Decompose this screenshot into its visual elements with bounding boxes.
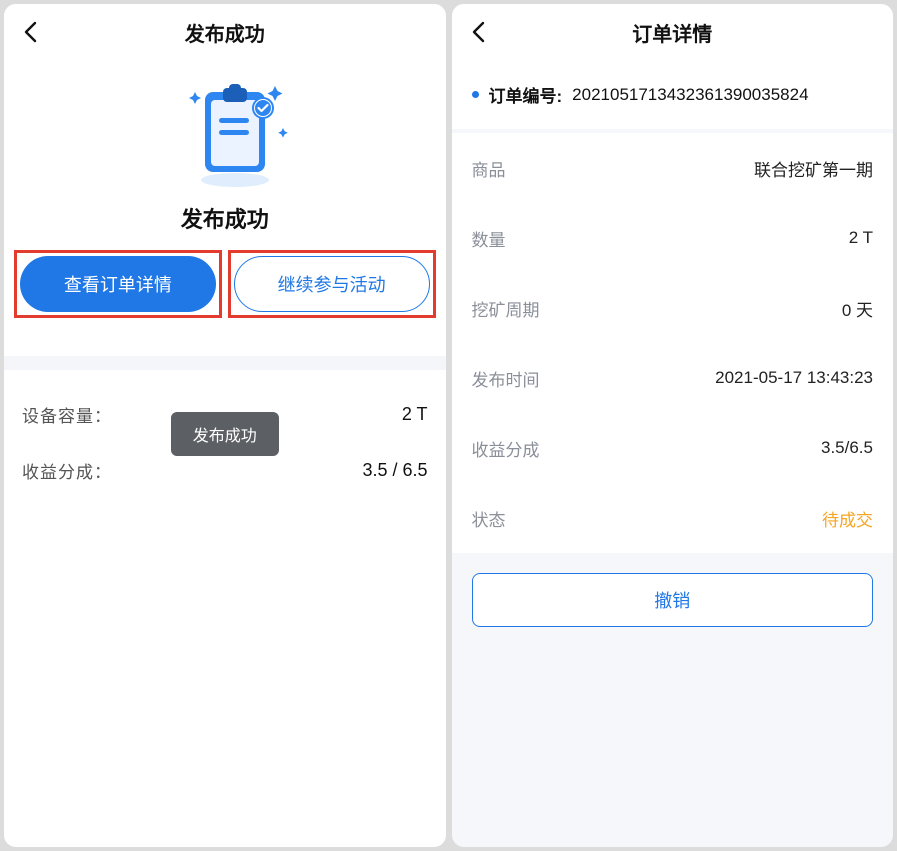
detail-row: 状态 待成交 — [472, 483, 874, 553]
order-number-value: 2021051713432361390035824 — [572, 85, 873, 105]
order-number-bar: 订单编号: 2021051713432361390035824 — [452, 60, 894, 129]
header-right: 订单详情 — [452, 4, 894, 60]
order-details: 商品 联合挖矿第一期数量 2 T 挖矿周期 0 天发布时间 2021-05-17 13:4… — [452, 133, 894, 553]
success-text: 发布成功 — [181, 202, 269, 234]
clipboard-icon — [175, 78, 295, 188]
capacity-label: 设备容量： — [22, 402, 112, 427]
detail-value: 3.5/6.5 — [821, 438, 873, 458]
cancel-section: 撤销 — [452, 553, 894, 647]
chevron-left-icon — [471, 21, 485, 43]
capacity-value: 2 T — [402, 404, 428, 425]
order-number-label: 订单编号: — [489, 82, 563, 107]
detail-row: 商品 联合挖矿第一期 — [472, 133, 874, 203]
detail-label: 商品 — [472, 156, 506, 181]
detail-value: 联合挖矿第一期 — [754, 156, 873, 181]
cancel-order-button[interactable]: 撤销 — [472, 573, 874, 627]
share-label: 收益分成： — [22, 458, 112, 483]
detail-value: 2 T — [849, 228, 873, 248]
section-divider — [4, 356, 446, 370]
header-title: 订单详情 — [452, 18, 894, 47]
highlight-frame — [228, 250, 436, 318]
detail-label: 数量 — [472, 226, 506, 251]
share-value: 3.5 / 6.5 — [362, 460, 427, 481]
detail-label: 收益分成 — [472, 436, 540, 461]
phone-publish-success: 发布成功 — [4, 4, 446, 847]
header-left: 发布成功 — [4, 4, 446, 60]
info-block: 设备容量： 2 T 收益分成： 3.5 / 6.5 发布成功 — [4, 370, 446, 526]
detail-row: 发布时间 2021-05-17 13:43:23 — [472, 343, 874, 413]
detail-row: 收益分成 3.5/6.5 — [472, 413, 874, 483]
button-row: 查看订单详情 继续参与活动 — [4, 256, 446, 336]
detail-row: 数量 2 T — [472, 203, 874, 273]
highlight-frame — [14, 250, 222, 318]
detail-label: 发布时间 — [472, 366, 540, 391]
detail-row: 挖矿周期 0 天 — [472, 273, 874, 343]
chevron-left-icon — [23, 21, 37, 43]
dual-phone-viewport: 发布成功 — [0, 0, 897, 851]
back-button[interactable] — [18, 20, 42, 44]
bullet-icon — [472, 91, 479, 98]
success-illustration — [175, 78, 275, 188]
detail-label: 挖矿周期 — [472, 296, 540, 321]
detail-value: 待成交 — [822, 506, 873, 531]
phone-order-detail: 订单详情 订单编号: 2021051713432361390035824 商品 联… — [452, 4, 894, 847]
success-section: 发布成功 查看订单详情 继续参与活动 — [4, 60, 446, 356]
back-button[interactable] — [466, 20, 490, 44]
toast: 发布成功 — [171, 412, 279, 456]
detail-value: 2021-05-17 13:43:23 — [715, 368, 873, 388]
header-title: 发布成功 — [4, 18, 446, 47]
detail-label: 状态 — [472, 506, 506, 531]
detail-value: 0 天 — [842, 296, 873, 321]
